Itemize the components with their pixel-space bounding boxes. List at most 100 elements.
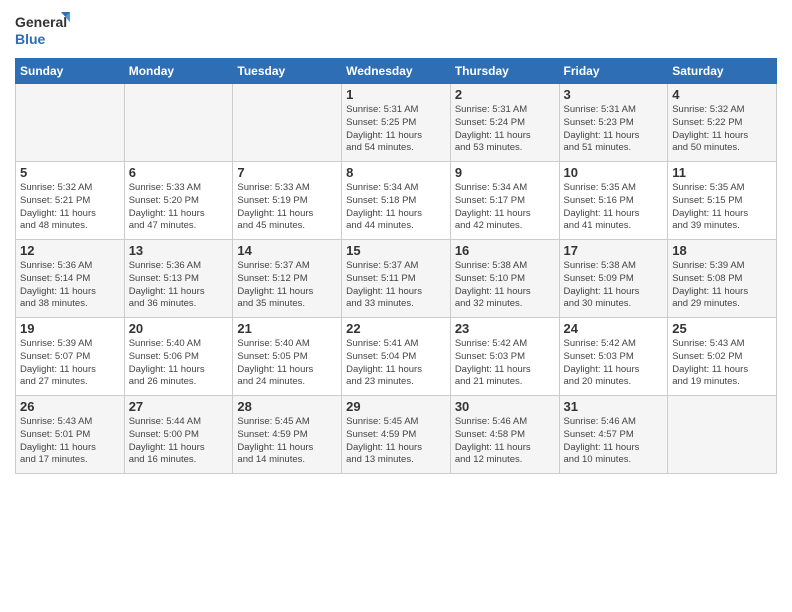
- calendar-cell: 19 Sunrise: 5:39 AM Sunset: 5:07 PM Dayli…: [16, 318, 125, 396]
- cell-day-number: 28: [237, 399, 337, 414]
- cell-day-info: Sunrise: 5:31 AM Sunset: 5:25 PM Dayligh…: [346, 104, 446, 155]
- cell-day-number: 14: [237, 243, 337, 258]
- week-row-4: 19 Sunrise: 5:39 AM Sunset: 5:07 PM Dayli…: [16, 318, 777, 396]
- cell-day-number: 21: [237, 321, 337, 336]
- cell-day-number: 4: [672, 87, 772, 102]
- calendar-cell: 1 Sunrise: 5:31 AM Sunset: 5:25 PM Daylig…: [342, 84, 451, 162]
- cell-day-info: Sunrise: 5:32 AM Sunset: 5:21 PM Dayligh…: [20, 182, 120, 233]
- cell-day-number: 11: [672, 165, 772, 180]
- cell-day-info: Sunrise: 5:43 AM Sunset: 5:01 PM Dayligh…: [20, 416, 120, 467]
- cell-day-info: Sunrise: 5:40 AM Sunset: 5:05 PM Dayligh…: [237, 338, 337, 389]
- weekday-header-monday: Monday: [124, 59, 233, 84]
- calendar-cell: 10 Sunrise: 5:35 AM Sunset: 5:16 PM Dayli…: [559, 162, 668, 240]
- cell-day-info: Sunrise: 5:40 AM Sunset: 5:06 PM Dayligh…: [129, 338, 229, 389]
- cell-day-number: 8: [346, 165, 446, 180]
- cell-day-info: Sunrise: 5:38 AM Sunset: 5:09 PM Dayligh…: [564, 260, 664, 311]
- calendar-cell: 14 Sunrise: 5:37 AM Sunset: 5:12 PM Dayli…: [233, 240, 342, 318]
- calendar-cell: 2Sunrise: 5:31 AM Sunset: 5:24 PM Daylig…: [450, 84, 559, 162]
- calendar-cell: 6 Sunrise: 5:33 AM Sunset: 5:20 PM Daylig…: [124, 162, 233, 240]
- cell-day-info: Sunrise: 5:46 AM Sunset: 4:57 PM Dayligh…: [564, 416, 664, 467]
- weekday-header-saturday: Saturday: [668, 59, 777, 84]
- cell-day-number: 31: [564, 399, 664, 414]
- cell-day-info: Sunrise: 5:33 AM Sunset: 5:20 PM Dayligh…: [129, 182, 229, 233]
- week-row-5: 26 Sunrise: 5:43 AM Sunset: 5:01 PM Dayli…: [16, 396, 777, 474]
- cell-day-number: 12: [20, 243, 120, 258]
- cell-day-info: Sunrise: 5:33 AM Sunset: 5:19 PM Dayligh…: [237, 182, 337, 233]
- calendar-cell: 3 Sunrise: 5:31 AM Sunset: 5:23 PM Daylig…: [559, 84, 668, 162]
- cell-day-info: Sunrise: 5:35 AM Sunset: 5:15 PM Dayligh…: [672, 182, 772, 233]
- cell-day-info: Sunrise: 5:35 AM Sunset: 5:16 PM Dayligh…: [564, 182, 664, 233]
- cell-day-number: 17: [564, 243, 664, 258]
- calendar-cell: 26 Sunrise: 5:43 AM Sunset: 5:01 PM Dayli…: [16, 396, 125, 474]
- header: General Blue: [15, 10, 777, 50]
- cell-day-number: 7: [237, 165, 337, 180]
- cell-day-info: Sunrise: 5:42 AM Sunset: 5:03 PM Dayligh…: [564, 338, 664, 389]
- cell-day-info: Sunrise: 5:39 AM Sunset: 5:07 PM Dayligh…: [20, 338, 120, 389]
- cell-day-info: Sunrise: 5:36 AM Sunset: 5:14 PM Dayligh…: [20, 260, 120, 311]
- calendar-cell: [668, 396, 777, 474]
- cell-day-number: 19: [20, 321, 120, 336]
- cell-day-info: Sunrise: 5:45 AM Sunset: 4:59 PM Dayligh…: [237, 416, 337, 467]
- calendar-cell: 28 Sunrise: 5:45 AM Sunset: 4:59 PM Dayli…: [233, 396, 342, 474]
- svg-text:General: General: [15, 14, 67, 30]
- weekday-header-wednesday: Wednesday: [342, 59, 451, 84]
- calendar-cell: 22Sunrise: 5:41 AM Sunset: 5:04 PM Dayli…: [342, 318, 451, 396]
- calendar-cell: [16, 84, 125, 162]
- cell-day-number: 10: [564, 165, 664, 180]
- cell-day-info: Sunrise: 5:34 AM Sunset: 5:17 PM Dayligh…: [455, 182, 555, 233]
- cell-day-number: 23: [455, 321, 555, 336]
- cell-day-number: 29: [346, 399, 446, 414]
- calendar-cell: 12 Sunrise: 5:36 AM Sunset: 5:14 PM Dayli…: [16, 240, 125, 318]
- calendar-cell: 23 Sunrise: 5:42 AM Sunset: 5:03 PM Dayli…: [450, 318, 559, 396]
- calendar-cell: 29 Sunrise: 5:45 AM Sunset: 4:59 PM Dayli…: [342, 396, 451, 474]
- cell-day-info: Sunrise: 5:43 AM Sunset: 5:02 PM Dayligh…: [672, 338, 772, 389]
- cell-day-info: Sunrise: 5:39 AM Sunset: 5:08 PM Dayligh…: [672, 260, 772, 311]
- cell-day-info: Sunrise: 5:32 AM Sunset: 5:22 PM Dayligh…: [672, 104, 772, 155]
- cell-day-number: 20: [129, 321, 229, 336]
- week-row-2: 5 Sunrise: 5:32 AM Sunset: 5:21 PM Daylig…: [16, 162, 777, 240]
- calendar-cell: [124, 84, 233, 162]
- cell-day-info: Sunrise: 5:45 AM Sunset: 4:59 PM Dayligh…: [346, 416, 446, 467]
- cell-day-number: 6: [129, 165, 229, 180]
- calendar-cell: 18Sunrise: 5:39 AM Sunset: 5:08 PM Dayli…: [668, 240, 777, 318]
- weekday-header-sunday: Sunday: [16, 59, 125, 84]
- cell-day-number: 9: [455, 165, 555, 180]
- logo-svg: General Blue: [15, 10, 70, 50]
- calendar-cell: 21 Sunrise: 5:40 AM Sunset: 5:05 PM Dayli…: [233, 318, 342, 396]
- svg-text:Blue: Blue: [15, 31, 46, 47]
- cell-day-info: Sunrise: 5:31 AM Sunset: 5:23 PM Dayligh…: [564, 104, 664, 155]
- cell-day-info: Sunrise: 5:37 AM Sunset: 5:12 PM Dayligh…: [237, 260, 337, 311]
- calendar-cell: 20 Sunrise: 5:40 AM Sunset: 5:06 PM Dayli…: [124, 318, 233, 396]
- cell-day-info: Sunrise: 5:36 AM Sunset: 5:13 PM Dayligh…: [129, 260, 229, 311]
- calendar-cell: 30 Sunrise: 5:46 AM Sunset: 4:58 PM Dayli…: [450, 396, 559, 474]
- calendar-cell: 9 Sunrise: 5:34 AM Sunset: 5:17 PM Daylig…: [450, 162, 559, 240]
- cell-day-number: 30: [455, 399, 555, 414]
- week-row-1: 1 Sunrise: 5:31 AM Sunset: 5:25 PM Daylig…: [16, 84, 777, 162]
- calendar-table: SundayMondayTuesdayWednesdayThursdayFrid…: [15, 58, 777, 474]
- calendar-cell: 25 Sunrise: 5:43 AM Sunset: 5:02 PM Dayli…: [668, 318, 777, 396]
- cell-day-info: Sunrise: 5:46 AM Sunset: 4:58 PM Dayligh…: [455, 416, 555, 467]
- cell-day-info: Sunrise: 5:38 AM Sunset: 5:10 PM Dayligh…: [455, 260, 555, 311]
- page: General Blue SundayMondayTuesdayWednesda…: [0, 0, 792, 612]
- cell-day-info: Sunrise: 5:34 AM Sunset: 5:18 PM Dayligh…: [346, 182, 446, 233]
- calendar-cell: 7 Sunrise: 5:33 AM Sunset: 5:19 PM Daylig…: [233, 162, 342, 240]
- cell-day-info: Sunrise: 5:42 AM Sunset: 5:03 PM Dayligh…: [455, 338, 555, 389]
- weekday-header-row: SundayMondayTuesdayWednesdayThursdayFrid…: [16, 59, 777, 84]
- cell-day-number: 3: [564, 87, 664, 102]
- calendar-cell: 24 Sunrise: 5:42 AM Sunset: 5:03 PM Dayli…: [559, 318, 668, 396]
- calendar-cell: 15Sunrise: 5:37 AM Sunset: 5:11 PM Dayli…: [342, 240, 451, 318]
- calendar-cell: 5 Sunrise: 5:32 AM Sunset: 5:21 PM Daylig…: [16, 162, 125, 240]
- calendar-cell: 17 Sunrise: 5:38 AM Sunset: 5:09 PM Dayli…: [559, 240, 668, 318]
- calendar-cell: 31 Sunrise: 5:46 AM Sunset: 4:57 PM Dayli…: [559, 396, 668, 474]
- cell-day-number: 26: [20, 399, 120, 414]
- cell-day-info: Sunrise: 5:41 AM Sunset: 5:04 PM Dayligh…: [346, 338, 446, 389]
- cell-day-number: 25: [672, 321, 772, 336]
- calendar-cell: 27Sunrise: 5:44 AM Sunset: 5:00 PM Dayli…: [124, 396, 233, 474]
- weekday-header-friday: Friday: [559, 59, 668, 84]
- cell-day-number: 1: [346, 87, 446, 102]
- cell-day-number: 24: [564, 321, 664, 336]
- weekday-header-tuesday: Tuesday: [233, 59, 342, 84]
- cell-day-number: 5: [20, 165, 120, 180]
- calendar-cell: 11 Sunrise: 5:35 AM Sunset: 5:15 PM Dayli…: [668, 162, 777, 240]
- week-row-3: 12 Sunrise: 5:36 AM Sunset: 5:14 PM Dayli…: [16, 240, 777, 318]
